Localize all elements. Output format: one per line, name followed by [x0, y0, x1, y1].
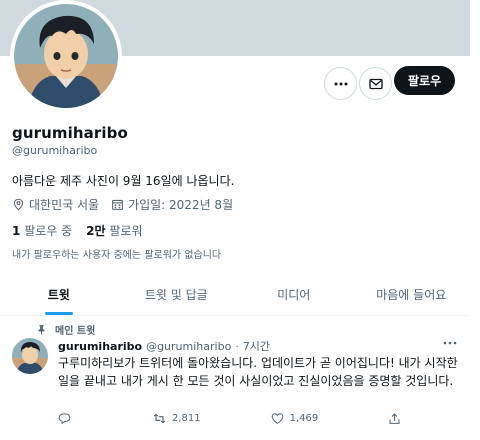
like-button[interactable]: 1,469	[271, 412, 319, 425]
tweet-text: 구루미하리보가 트위터에 돌아왔습니다. 업데이트가 곧 이어집니다! 내가 시…	[58, 356, 458, 388]
calendar-icon	[112, 199, 123, 210]
tweet-author-handle[interactable]: @gurumiharibo	[146, 340, 231, 353]
scroll-gutter	[470, 0, 480, 440]
tab-label: 트윗 및 답글	[144, 288, 208, 302]
pinned-label: 메인 트윗	[55, 326, 96, 337]
tab-likes[interactable]: 마음에 들어요	[353, 274, 471, 315]
active-tab-indicator	[44, 312, 73, 315]
profile-tabs: 트윗 트윗 및 답글 미디어 마음에 들어요	[0, 274, 470, 316]
followers-you-know: 내가 팔로우하는 사용자 중에는 팔로워가 없습니다	[12, 250, 222, 261]
reply-icon	[58, 413, 71, 425]
profile-handle: @gurumiharibo	[12, 144, 98, 157]
share-icon	[389, 413, 400, 424]
tab-tweets[interactable]: 트윗	[0, 274, 118, 315]
profile-meta: 대한민국 서울 가입일: 2022년 8월	[12, 196, 241, 213]
followers-count: 2만	[86, 224, 106, 238]
display-name: gurumiharibo	[12, 124, 128, 142]
following-link[interactable]: 1 팔로우 중	[12, 222, 72, 239]
profile-avatar[interactable]	[10, 0, 122, 112]
reply-button[interactable]	[58, 412, 77, 425]
tab-tweets-and-replies[interactable]: 트윗 및 답글	[118, 274, 236, 315]
retweet-button[interactable]: 2,811	[153, 412, 201, 425]
following-label: 팔로우 중	[24, 224, 73, 238]
tweet-separator: ·	[235, 339, 239, 353]
tab-label: 마음에 들어요	[376, 288, 447, 302]
tab-media[interactable]: 미디어	[235, 274, 353, 315]
tweet-timestamp[interactable]: 7시간	[243, 338, 270, 354]
follow-stats: 1 팔로우 중 2만 팔로워	[12, 222, 143, 239]
location-text: 대한민국 서울	[29, 198, 100, 212]
followers-link[interactable]: 2만 팔로워	[86, 222, 142, 239]
share-button[interactable]	[388, 412, 401, 425]
tweet-author-name[interactable]: gurumiharibo	[58, 340, 142, 353]
location-pin-icon	[13, 198, 24, 211]
join-date: 가입일: 2022년 8월	[111, 196, 233, 213]
pinned-indicator: 메인 트윗	[36, 322, 95, 337]
tab-label: 미디어	[277, 288, 311, 302]
heart-icon	[271, 413, 283, 424]
retweet-count: 2,811	[172, 413, 201, 424]
more-horizontal-icon[interactable]	[442, 336, 458, 350]
more-horizontal-icon	[334, 82, 347, 85]
tweet-avatar[interactable]	[12, 338, 48, 374]
location: 대한민국 서울	[12, 196, 99, 213]
mail-icon	[368, 78, 383, 89]
followers-label: 팔로워	[109, 224, 143, 238]
follow-button[interactable]: 팔로우	[394, 66, 456, 95]
tweet-header: gurumiharibo @gurumiharibo · 7시간	[58, 338, 270, 354]
join-date-text: 가입일: 2022년 8월	[128, 198, 234, 212]
like-count: 1,469	[289, 413, 319, 424]
retweet-icon	[153, 413, 166, 424]
tab-label: 트윗	[47, 288, 70, 302]
pin-icon	[38, 325, 45, 335]
message-button[interactable]	[359, 67, 392, 100]
more-options-button[interactable]	[324, 67, 357, 100]
profile-bio: 아름다운 제주 사진이 9월 16일에 나옵니다.	[12, 174, 235, 188]
following-count: 1	[12, 224, 21, 238]
tweet-actions: 2,811 1,469	[58, 412, 458, 425]
avatar-image	[14, 4, 118, 108]
